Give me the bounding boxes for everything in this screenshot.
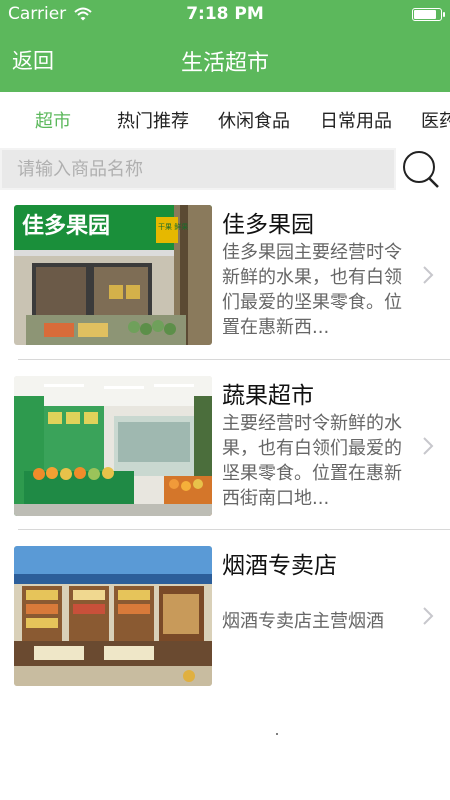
search-input[interactable] [2, 150, 394, 188]
store-description: 佳多果园主要经营时令新鲜的水果，也有白领们最爱的坚果零食。位置在惠新西... [222, 242, 402, 338]
tab-supermarket[interactable]: 超市 [35, 107, 71, 133]
navigation-bar: 返回 生活超市 [0, 30, 450, 92]
tab-hot-recommend[interactable]: 热门推荐 [117, 107, 189, 133]
chevron-right-icon [423, 266, 434, 284]
store-sign-text: 佳多果园 [22, 213, 110, 239]
battery-fill [414, 10, 436, 19]
store-name: 烟酒专卖店 [222, 553, 337, 579]
store-photo [14, 546, 212, 686]
store-description: 烟酒专卖店主营烟酒 [222, 611, 384, 632]
chevron-right-icon [423, 607, 434, 625]
list-item[interactable]: 烟酒专卖店 烟酒专卖店主营烟酒 [0, 530, 450, 686]
category-tabs: 超市 热门推荐 休闲食品 日常用品 医药 [0, 92, 450, 148]
tab-medicine[interactable]: 医药 [421, 107, 450, 133]
list-item[interactable]: 蔬果超市 主要经营时令新鲜的水果，也有白领们最爱的坚果零食。位置在惠新西街南口地… [0, 360, 450, 530]
list-item[interactable]: 佳多果园 干果 鲜果 佳多果园 佳多果园主要经营时令新鲜的水果，也有白领们最爱的… [0, 190, 450, 360]
search-icon [403, 151, 439, 188]
status-time: 7:18 PM [186, 4, 264, 24]
store-photo [14, 376, 212, 516]
page-title: 生活超市 [180, 51, 269, 76]
store-name: 蔬果超市 [222, 383, 314, 409]
search-bar [0, 148, 450, 190]
store-name: 佳多果园 [222, 212, 314, 238]
store-sign-subtext: 干果 鲜果 [158, 222, 188, 231]
decorative-dot [276, 733, 278, 735]
tab-daily-goods[interactable]: 日常用品 [320, 107, 392, 133]
status-bar: Carrier 7:18 PM [0, 0, 450, 30]
battery-icon [412, 8, 445, 21]
tab-snacks[interactable]: 休闲食品 [218, 107, 290, 133]
chevron-right-icon [423, 437, 434, 455]
store-description: 主要经营时令新鲜的水果，也有白领们最爱的坚果零食。位置在惠新西街南口地... [222, 413, 402, 509]
store-photo: 佳多果园 干果 鲜果 [14, 205, 212, 345]
search-button[interactable] [396, 148, 450, 190]
